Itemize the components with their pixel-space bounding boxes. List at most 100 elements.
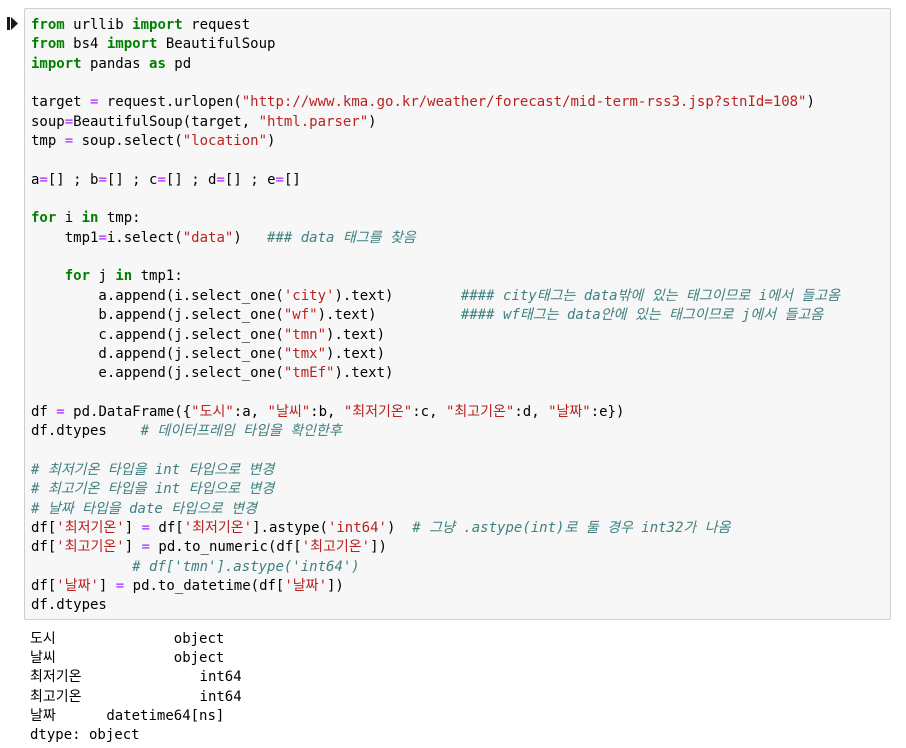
- code-token: ]): [327, 577, 344, 594]
- code-line: from bs4 import BeautifulSoup: [31, 35, 840, 54]
- code-token: df[: [31, 539, 57, 556]
- code-token: df: [31, 403, 57, 420]
- code-token: '날짜': [284, 577, 327, 594]
- code-token: import: [132, 17, 183, 33]
- code-token: c.append(j.select_one(: [31, 326, 284, 343]
- code-token: pd.to_numeric(df[: [149, 539, 302, 556]
- code-token: '최저기온': [56, 519, 125, 536]
- code-token: ]: [124, 539, 142, 556]
- code-token: from: [31, 17, 65, 33]
- code-token: =: [275, 171, 284, 188]
- code-token: # 날짜 타입을 date 타입으로 변경: [31, 500, 257, 517]
- code-line: from urllib import request: [31, 16, 840, 35]
- code-line: # 최저기온 타입을 int 타입으로 변경: [31, 461, 840, 480]
- code-token: "날씨": [267, 403, 311, 420]
- code-line: df['날짜'] = pd.to_datetime(df['날짜']): [31, 577, 840, 596]
- code-token: '최고기온': [301, 539, 371, 556]
- code-token: []: [283, 171, 301, 188]
- code-line: for i in tmp:: [31, 209, 840, 228]
- code-token: pd.to_datetime(df[: [124, 577, 285, 594]
- output-line: 날씨 object: [30, 650, 225, 667]
- code-token: ): [806, 94, 815, 111]
- code-token: :e}): [590, 403, 625, 420]
- code-token: "tmx": [283, 345, 327, 362]
- code-line: e.append(j.select_one("tmEf").text): [31, 364, 840, 383]
- code-token: df[: [149, 519, 184, 536]
- code-token: ].astype(: [252, 519, 328, 536]
- output-line: 최고기온 int64: [30, 688, 242, 705]
- code-token: import: [31, 55, 82, 72]
- code-token: # 데이터프레임 타입을 확인한후: [140, 423, 342, 440]
- code-token: 'int64': [327, 519, 387, 536]
- code-token: "location": [182, 133, 268, 150]
- code-line: # 최고기온 타입을 int 타입으로 변경: [31, 480, 840, 499]
- code-token: ).text): [317, 307, 461, 324]
- code-line: b.append(j.select_one("wf").text) #### w…: [31, 306, 840, 325]
- code-editor[interactable]: from urllib import request from bs4 impor…: [31, 16, 840, 616]
- code-token: j: [90, 268, 116, 285]
- code-token: "tmEf": [283, 365, 335, 382]
- code-line: soup=BeautifulSoup(target, "html.parser"…: [31, 113, 840, 132]
- cell-output: 도시 object 날씨 object 최저기온 int64 최고기온 int64 날짜…: [30, 630, 242, 745]
- code-line: target = request.urlopen("http://www.kma…: [31, 93, 840, 112]
- code-token: [] ; d: [165, 171, 217, 188]
- code-token: =: [98, 229, 107, 246]
- code-token: =: [98, 171, 107, 188]
- code-token: 'city': [283, 287, 335, 304]
- code-token: for: [64, 268, 91, 285]
- code-token: a.append(i.select_one(: [31, 287, 284, 304]
- code-token: ).text): [334, 287, 461, 304]
- code-token: [] ; b: [47, 171, 99, 188]
- code-token: "data": [182, 229, 234, 246]
- code-token: "날짜": [548, 403, 591, 420]
- code-token: "http://www.kma.go.kr/weather/forecast/m…: [241, 94, 807, 111]
- code-token: :d,: [514, 403, 549, 420]
- run-cell-button[interactable]: [7, 16, 19, 31]
- code-line: # df['tmn'].astype('int64'): [31, 558, 840, 577]
- code-token: in: [115, 268, 133, 285]
- code-token: ]: [124, 519, 142, 536]
- code-line: a.append(i.select_one('city').text) ####…: [31, 287, 840, 306]
- code-line: df = pd.DataFrame({"도시":a, "날씨":b, "최저기온…: [31, 403, 840, 422]
- code-cell-input[interactable]: from urllib import request from bs4 impor…: [24, 8, 891, 620]
- code-token: tmp: [31, 133, 65, 150]
- code-token: :c,: [412, 403, 446, 420]
- code-line: c.append(j.select_one("tmn").text): [31, 326, 840, 345]
- code-token: "최저기온": [343, 403, 413, 420]
- code-token: =: [216, 171, 225, 188]
- code-token: request: [182, 17, 251, 33]
- code-token: ### data 태그를 찾음: [267, 229, 416, 246]
- code-token: :b,: [310, 403, 344, 420]
- code-token: # df['tmn'].astype('int64'): [132, 558, 360, 575]
- code-token: # 그냥 .astype(int)로 둘 경우 int32가 나옴: [412, 519, 731, 536]
- code-token: ): [368, 113, 377, 130]
- code-token: for: [31, 210, 57, 227]
- code-token: =: [141, 539, 150, 556]
- code-line: tmp1=i.select("data") ### data 태그를 찾음: [31, 229, 840, 248]
- code-token: ]: [98, 577, 116, 594]
- code-token: BeautifulSoup: [157, 36, 276, 53]
- code-token: BeautifulSoup(target,: [73, 113, 259, 130]
- code-token: pd: [165, 55, 192, 72]
- output-line: 날짜 datetime64[ns]: [30, 707, 225, 724]
- code-token: ).text): [326, 326, 386, 343]
- code-token: =: [64, 133, 74, 150]
- code-line: df.dtypes # 데이터프레임 타입을 확인한후: [31, 422, 840, 441]
- code-token: soup: [31, 113, 65, 130]
- code-token: in: [81, 210, 99, 227]
- code-token: i.select(: [106, 229, 183, 246]
- code-token: df[: [31, 519, 57, 536]
- output-line: 최저기온 int64: [30, 669, 242, 686]
- code-token: "tmn": [283, 326, 327, 343]
- code-line: import pandas as pd: [31, 55, 840, 74]
- code-line: df['최저기온'] = df['최저기온'].astype('int64') …: [31, 519, 840, 538]
- code-token: '날짜': [56, 577, 99, 594]
- code-token: target: [31, 94, 91, 111]
- code-token: df[: [31, 577, 57, 594]
- code-line: df.dtypes: [31, 596, 840, 615]
